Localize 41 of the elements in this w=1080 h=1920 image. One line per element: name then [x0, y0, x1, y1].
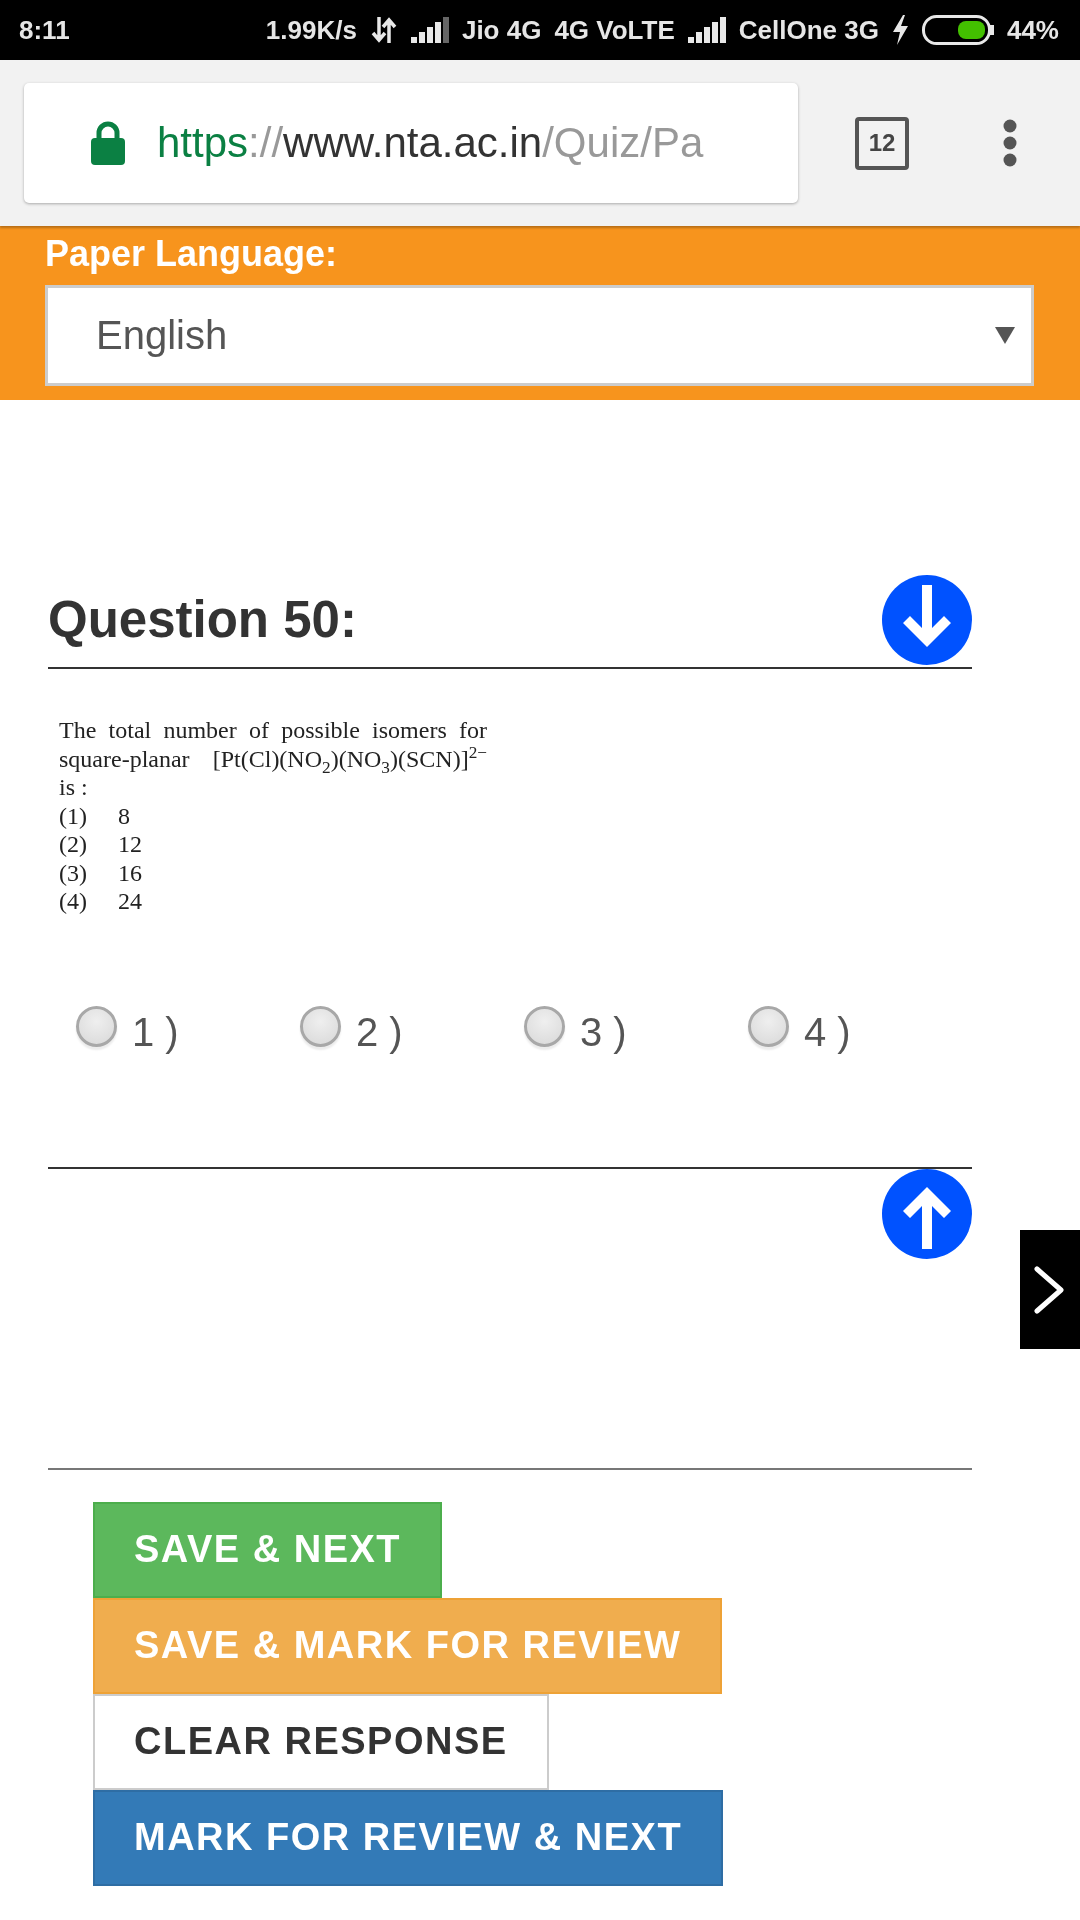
radio-button[interactable]	[300, 1005, 341, 1047]
signal-icon	[410, 17, 449, 43]
choice-value: 12	[118, 830, 142, 859]
radio-button[interactable]	[748, 1005, 789, 1047]
choice-number: (3)	[59, 858, 88, 887]
choice-value: 24	[118, 887, 142, 916]
option-label[interactable]: 1 )	[132, 1007, 179, 1056]
url-text: https://www.nta.ac.in/Quiz/Pa	[157, 119, 704, 167]
choice-value: 8	[118, 801, 130, 830]
caret-icon	[995, 327, 1015, 344]
action-button[interactable]: MARK FOR REVIEW & NEXT	[93, 1789, 724, 1886]
signal-icon	[687, 17, 726, 43]
question-title: Question 50:	[48, 590, 357, 650]
choice-number: (2)	[59, 830, 88, 859]
lock-icon	[91, 121, 125, 165]
choice-number: (4)	[59, 887, 88, 916]
battery-icon	[921, 15, 994, 45]
battery-percent: 44%	[1006, 14, 1059, 46]
network-type: 4G VoLTE	[554, 14, 675, 46]
next-question-button[interactable]	[1020, 1230, 1080, 1349]
option-label[interactable]: 3 )	[580, 1007, 627, 1056]
radio-button[interactable]	[524, 1005, 565, 1047]
more-menu-icon[interactable]	[1003, 119, 1017, 167]
lightning-bolt-icon	[891, 15, 909, 45]
radio-button[interactable]	[76, 1005, 117, 1047]
carrier-name: CellOne 3G	[738, 14, 879, 46]
carrier-name: Jio 4G	[461, 14, 542, 46]
data-transfer-icon	[369, 15, 398, 45]
choice-number: (1)	[59, 801, 88, 830]
chevron-right-icon	[1033, 1264, 1067, 1315]
language-select[interactable]: English	[45, 285, 1034, 386]
network-speed: 1.99K/s	[265, 14, 357, 46]
question-text: The total number of possible isomers for square-planar [Pt(Cl)(NO$_{2}$)(NO$_{3}$)(SCN)]$^{2−}$ is :	[59, 716, 487, 802]
tab-switcher-button[interactable]: 12	[855, 116, 909, 170]
language-label: Paper Language:	[45, 232, 339, 276]
choice-value: 16	[118, 858, 142, 887]
status-time: 8:11	[19, 14, 70, 46]
address-bar[interactable]: https://www.nta.ac.in/Quiz/Pa	[24, 83, 798, 203]
option-label[interactable]: 4 )	[804, 1007, 851, 1056]
option-label[interactable]: 2 )	[356, 1007, 403, 1056]
action-button[interactable]: CLEAR RESPONSE	[93, 1693, 549, 1790]
